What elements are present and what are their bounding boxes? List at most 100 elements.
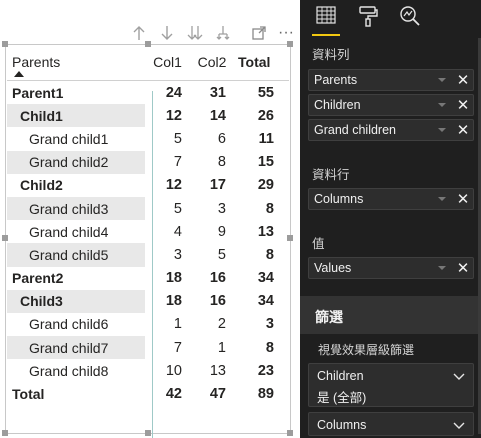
- rows-field-grand-children[interactable]: Grand children ✕: [308, 119, 474, 141]
- matrix-body: Parent1 24 31 55 Child1 12 14 26 Grand child1 5 6 1…: [7, 81, 289, 406]
- matrix-row[interactable]: Grand child1 5 6 11: [7, 127, 289, 150]
- filter-field-name: Columns: [317, 418, 367, 432]
- field-label: Children: [314, 98, 361, 112]
- fields-tab[interactable]: [312, 0, 340, 36]
- row-header[interactable]: Grand child8: [7, 359, 145, 382]
- remove-field-icon[interactable]: ✕: [456, 73, 470, 88]
- field-label: Values: [314, 261, 352, 275]
- total-header[interactable]: Total: [234, 46, 279, 80]
- cell-col2: 31: [209, 84, 226, 101]
- cell-total: 26: [257, 107, 274, 124]
- resize-handle-bottom[interactable]: [145, 430, 151, 436]
- expand-next-level-icon[interactable]: [212, 22, 234, 44]
- resize-handle-top-right[interactable]: [287, 41, 293, 47]
- matrix-row[interactable]: Grand child6 1 2 3: [7, 313, 289, 336]
- more-options-icon[interactable]: ···: [275, 22, 297, 44]
- row-header[interactable]: Child1: [7, 104, 145, 128]
- drill-down-icon[interactable]: [156, 22, 178, 44]
- matrix-visual[interactable]: Parents Col1 Col2 Total Parent1 24 31 55 Chi…: [2, 41, 293, 438]
- analytics-icon: [399, 5, 421, 32]
- row-header[interactable]: Grand child7: [7, 336, 145, 360]
- filter-card-columns[interactable]: Columns: [308, 412, 474, 436]
- filter-state: 是 (全部): [317, 391, 367, 405]
- row-header[interactable]: Child3: [7, 289, 145, 313]
- grand-total-row: Total 42 47 89: [7, 382, 289, 405]
- remove-field-icon[interactable]: ✕: [456, 123, 470, 138]
- resize-handle-right[interactable]: [287, 235, 293, 241]
- matrix-row[interactable]: Child2 12 17 29: [7, 174, 289, 197]
- field-dropdown-icon[interactable]: [438, 197, 446, 201]
- matrix-row[interactable]: Grand child8 10 13 23: [7, 359, 289, 382]
- matrix-row[interactable]: Grand child5 3 5 8: [7, 243, 289, 267]
- analytics-tab[interactable]: [396, 0, 424, 36]
- matrix-table: Parents Col1 Col2 Total Parent1 24 31 55 Chi…: [7, 46, 289, 406]
- remove-field-icon[interactable]: ✕: [456, 98, 470, 113]
- matrix-row[interactable]: Child3 18 16 34: [7, 289, 289, 313]
- matrix-row[interactable]: Grand child2 7 8 15: [7, 150, 289, 174]
- visual-area: ··· Parents Col1 Col2 Total Parent1 24 31 5…: [0, 0, 300, 438]
- field-dropdown-icon[interactable]: [438, 128, 446, 132]
- field-dropdown-icon[interactable]: [438, 266, 446, 270]
- cell-col2: 1: [217, 339, 226, 356]
- field-label: Grand children: [314, 123, 396, 137]
- row-header[interactable]: Grand child1: [7, 127, 145, 150]
- matrix-row[interactable]: Grand child4 4 9 13: [7, 220, 289, 243]
- cell-col2: 13: [209, 362, 226, 379]
- resize-handle-left[interactable]: [2, 235, 8, 241]
- rows-header[interactable]: Parents: [7, 46, 145, 80]
- remove-field-icon[interactable]: ✕: [456, 261, 470, 276]
- matrix-header-row: Parents Col1 Col2 Total: [7, 46, 289, 81]
- row-header[interactable]: Grand child6: [7, 313, 145, 336]
- filter-field-name: Children: [317, 369, 364, 383]
- col2-header[interactable]: Col2: [190, 46, 234, 80]
- row-header[interactable]: Parent2: [7, 267, 145, 290]
- cell-col2: 5: [217, 246, 226, 263]
- cell-col2: 3: [217, 200, 226, 217]
- resize-handle-top[interactable]: [145, 41, 151, 47]
- field-dropdown-icon[interactable]: [438, 103, 446, 107]
- cell-col2: 14: [209, 107, 226, 124]
- cell-col2: 16: [209, 270, 226, 287]
- resize-handle-top-left[interactable]: [2, 41, 8, 47]
- field-label: Columns: [314, 192, 364, 206]
- values-field-values[interactable]: Values ✕: [308, 257, 474, 279]
- cell-col2: 9: [217, 223, 226, 240]
- remove-field-icon[interactable]: ✕: [456, 192, 470, 207]
- field-dropdown-icon[interactable]: [438, 78, 446, 82]
- row-header[interactable]: Grand child3: [7, 196, 145, 221]
- row-header[interactable]: Grand child2: [7, 150, 145, 174]
- cell-total: 3: [265, 316, 274, 333]
- col1-header[interactable]: Col1: [145, 46, 190, 80]
- row-header[interactable]: Child2: [7, 174, 145, 197]
- pane-tabs: [300, 0, 481, 38]
- cell-total: 34: [257, 293, 274, 310]
- visualizations-pane: 資料列 Parents ✕ Children ✕ Grand children …: [300, 0, 481, 438]
- go-to-next-level-icon[interactable]: [184, 22, 206, 44]
- chevron-down-icon[interactable]: [453, 419, 465, 433]
- cell-col2: 6: [217, 130, 226, 147]
- row-header[interactable]: Parent1: [7, 81, 145, 104]
- matrix-row[interactable]: Grand child3 5 3 8: [7, 196, 289, 221]
- filter-card-children[interactable]: Children 是 (全部): [308, 363, 474, 407]
- focus-mode-icon[interactable]: [248, 22, 270, 44]
- matrix-row[interactable]: Grand child7 7 1 8: [7, 336, 289, 360]
- resize-handle-bottom-left[interactable]: [2, 430, 8, 436]
- cell-total: 23: [257, 362, 274, 379]
- cell-col2: 16: [209, 293, 226, 310]
- format-tab[interactable]: [354, 0, 382, 36]
- resize-handle-bottom-right[interactable]: [287, 430, 293, 436]
- chevron-down-icon[interactable]: [453, 370, 465, 384]
- matrix-row[interactable]: Child1 12 14 26: [7, 104, 289, 128]
- rows-field-children[interactable]: Children ✕: [308, 94, 474, 116]
- row-header[interactable]: Grand child4: [7, 220, 145, 243]
- sort-ascending-icon[interactable]: [14, 71, 24, 77]
- cell-col2: 17: [209, 177, 226, 194]
- columns-field-columns[interactable]: Columns ✕: [308, 188, 474, 210]
- rows-field-parents[interactable]: Parents ✕: [308, 69, 474, 91]
- format-paint-icon: [357, 5, 379, 32]
- cell-total: 15: [257, 154, 274, 171]
- cell-total: 8: [265, 246, 274, 263]
- matrix-row[interactable]: Parent1 24 31 55: [7, 81, 289, 104]
- matrix-row[interactable]: Parent2 18 16 34: [7, 267, 289, 290]
- row-header[interactable]: Grand child5: [7, 243, 145, 267]
